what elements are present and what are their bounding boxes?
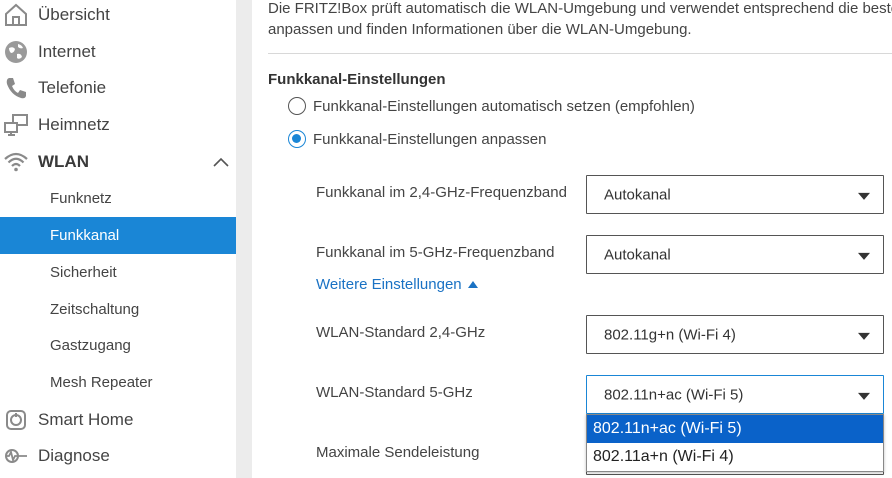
sidebar-item-label: Übersicht: [38, 4, 110, 24]
sidebar-subitem-sicherheit[interactable]: Sicherheit: [0, 254, 236, 291]
sidebar-subitem-label: Mesh Repeater: [50, 374, 153, 391]
wifi-icon: [4, 152, 28, 171]
sidebar-item-label: Diagnose: [38, 445, 110, 465]
select-value: 802.11n+ac (Wi-Fi 5): [604, 386, 744, 403]
channel-24ghz-select[interactable]: Autokanal: [586, 175, 884, 214]
sidebar-subitem-label: Funkkanal: [50, 227, 120, 244]
radio-custom-channel[interactable]: Funkkanal-Einstellungen anpassen: [288, 128, 547, 150]
sidebar: Übersicht Internet Telefonie Heimnetz WL…: [0, 0, 236, 478]
sidebar-item-label: Heimnetz: [38, 114, 110, 134]
sidebar-subitem-mesh-repeater[interactable]: Mesh Repeater: [0, 364, 236, 401]
dropdown-arrow-icon: [858, 332, 870, 340]
wlan-standard-24ghz-label: WLAN-Standard 2,4-GHz: [316, 324, 486, 341]
sidebar-subitem-label: Sicherheit: [50, 264, 117, 281]
intro-line: anpassen und finden Informationen über d…: [268, 21, 692, 38]
sidebar-item-smart-home[interactable]: Smart Home: [0, 401, 236, 438]
select-value: 802.11g+n (Wi-Fi 4): [604, 326, 736, 343]
wlan-standard-5ghz-label: WLAN-Standard 5-GHz: [316, 384, 473, 401]
select-value: Autokanal: [604, 186, 671, 203]
max-power-label: Maximale Sendeleistung: [316, 444, 480, 461]
sidebar-separator: [236, 0, 252, 478]
triangle-up-icon: [467, 281, 478, 288]
sidebar-subitem-funknetz[interactable]: Funknetz: [0, 180, 236, 217]
phone-icon: [6, 77, 26, 98]
wlan-standard-5ghz-dropdown: 802.11n+ac (Wi-Fi 5) 802.11a+n (Wi-Fi 4): [586, 414, 884, 472]
select-value: Autokanal: [604, 246, 671, 263]
sidebar-item-wlan[interactable]: WLAN: [0, 143, 236, 180]
sidebar-item-label: Smart Home: [38, 409, 134, 429]
globe-icon: [5, 40, 27, 63]
sidebar-item-label: Internet: [38, 41, 96, 61]
more-settings-label: Weitere Einstellungen: [316, 276, 462, 293]
radio-button[interactable]: [288, 130, 306, 148]
radio-label: Funkkanal-Einstellungen automatisch setz…: [313, 97, 695, 115]
intro-line: Die FRITZ!Box prüft automatisch die WLAN…: [268, 0, 892, 17]
radio-auto-channel[interactable]: Funkkanal-Einstellungen automatisch setz…: [288, 95, 695, 117]
sidebar-subitem-zeitschaltung[interactable]: Zeitschaltung: [0, 291, 236, 328]
sidebar-subitem-gastzugang[interactable]: Gastzugang: [0, 327, 236, 364]
sidebar-item-diagnose[interactable]: Diagnose: [0, 437, 236, 474]
dropdown-arrow-icon: [858, 392, 870, 400]
wlan-standard-24ghz-select[interactable]: 802.11g+n (Wi-Fi 4): [586, 315, 884, 354]
dropdown-option[interactable]: 802.11a+n (Wi-Fi 4): [587, 443, 883, 471]
dropdown-option[interactable]: 802.11n+ac (Wi-Fi 5): [587, 415, 883, 443]
sidebar-item-label: Telefonie: [38, 77, 107, 97]
sidebar-item-heimnetz[interactable]: Heimnetz: [0, 106, 236, 143]
channel-5ghz-label: Funkkanal im 5-GHz-Frequenzband: [316, 244, 555, 261]
sidebar-subitem-label: Funknetz: [50, 190, 112, 207]
sidebar-item-label: WLAN: [38, 151, 89, 171]
channel-5ghz-select[interactable]: Autokanal: [586, 235, 884, 274]
wlan-standard-5ghz-select[interactable]: 802.11n+ac (Wi-Fi 5): [586, 375, 884, 414]
home-icon: [5, 3, 27, 26]
main-content: Die FRITZ!Box prüft automatisch die WLAN…: [252, 0, 892, 478]
sidebar-subitem-label: Zeitschaltung: [50, 301, 140, 318]
dropdown-arrow-icon: [858, 192, 870, 200]
chevron-up-icon[interactable]: [211, 155, 231, 169]
sidebar-subitem-label: Gastzugang: [50, 337, 131, 354]
channel-24ghz-label: Funkkanal im 2,4-GHz-Frequenzband: [316, 184, 567, 201]
sidebar-item-uebersicht[interactable]: Übersicht: [0, 0, 236, 33]
radio-button[interactable]: [288, 97, 306, 115]
dropdown-arrow-icon: [858, 252, 870, 260]
diagnose-icon: [5, 448, 27, 463]
section-title: Funkkanal-Einstellungen: [268, 71, 446, 88]
sidebar-item-internet[interactable]: Internet: [0, 33, 236, 70]
sidebar-item-telefonie[interactable]: Telefonie: [0, 69, 236, 106]
more-settings-link[interactable]: Weitere Einstellungen: [316, 276, 478, 293]
network-icon: [4, 113, 28, 136]
intro-text: Die FRITZ!Box prüft automatisch die WLAN…: [268, 0, 892, 40]
divider: [268, 53, 892, 54]
radio-label: Funkkanal-Einstellungen anpassen: [313, 130, 547, 148]
smart-home-icon: [6, 409, 26, 430]
sidebar-subitem-funkkanal[interactable]: Funkkanal: [0, 217, 236, 254]
